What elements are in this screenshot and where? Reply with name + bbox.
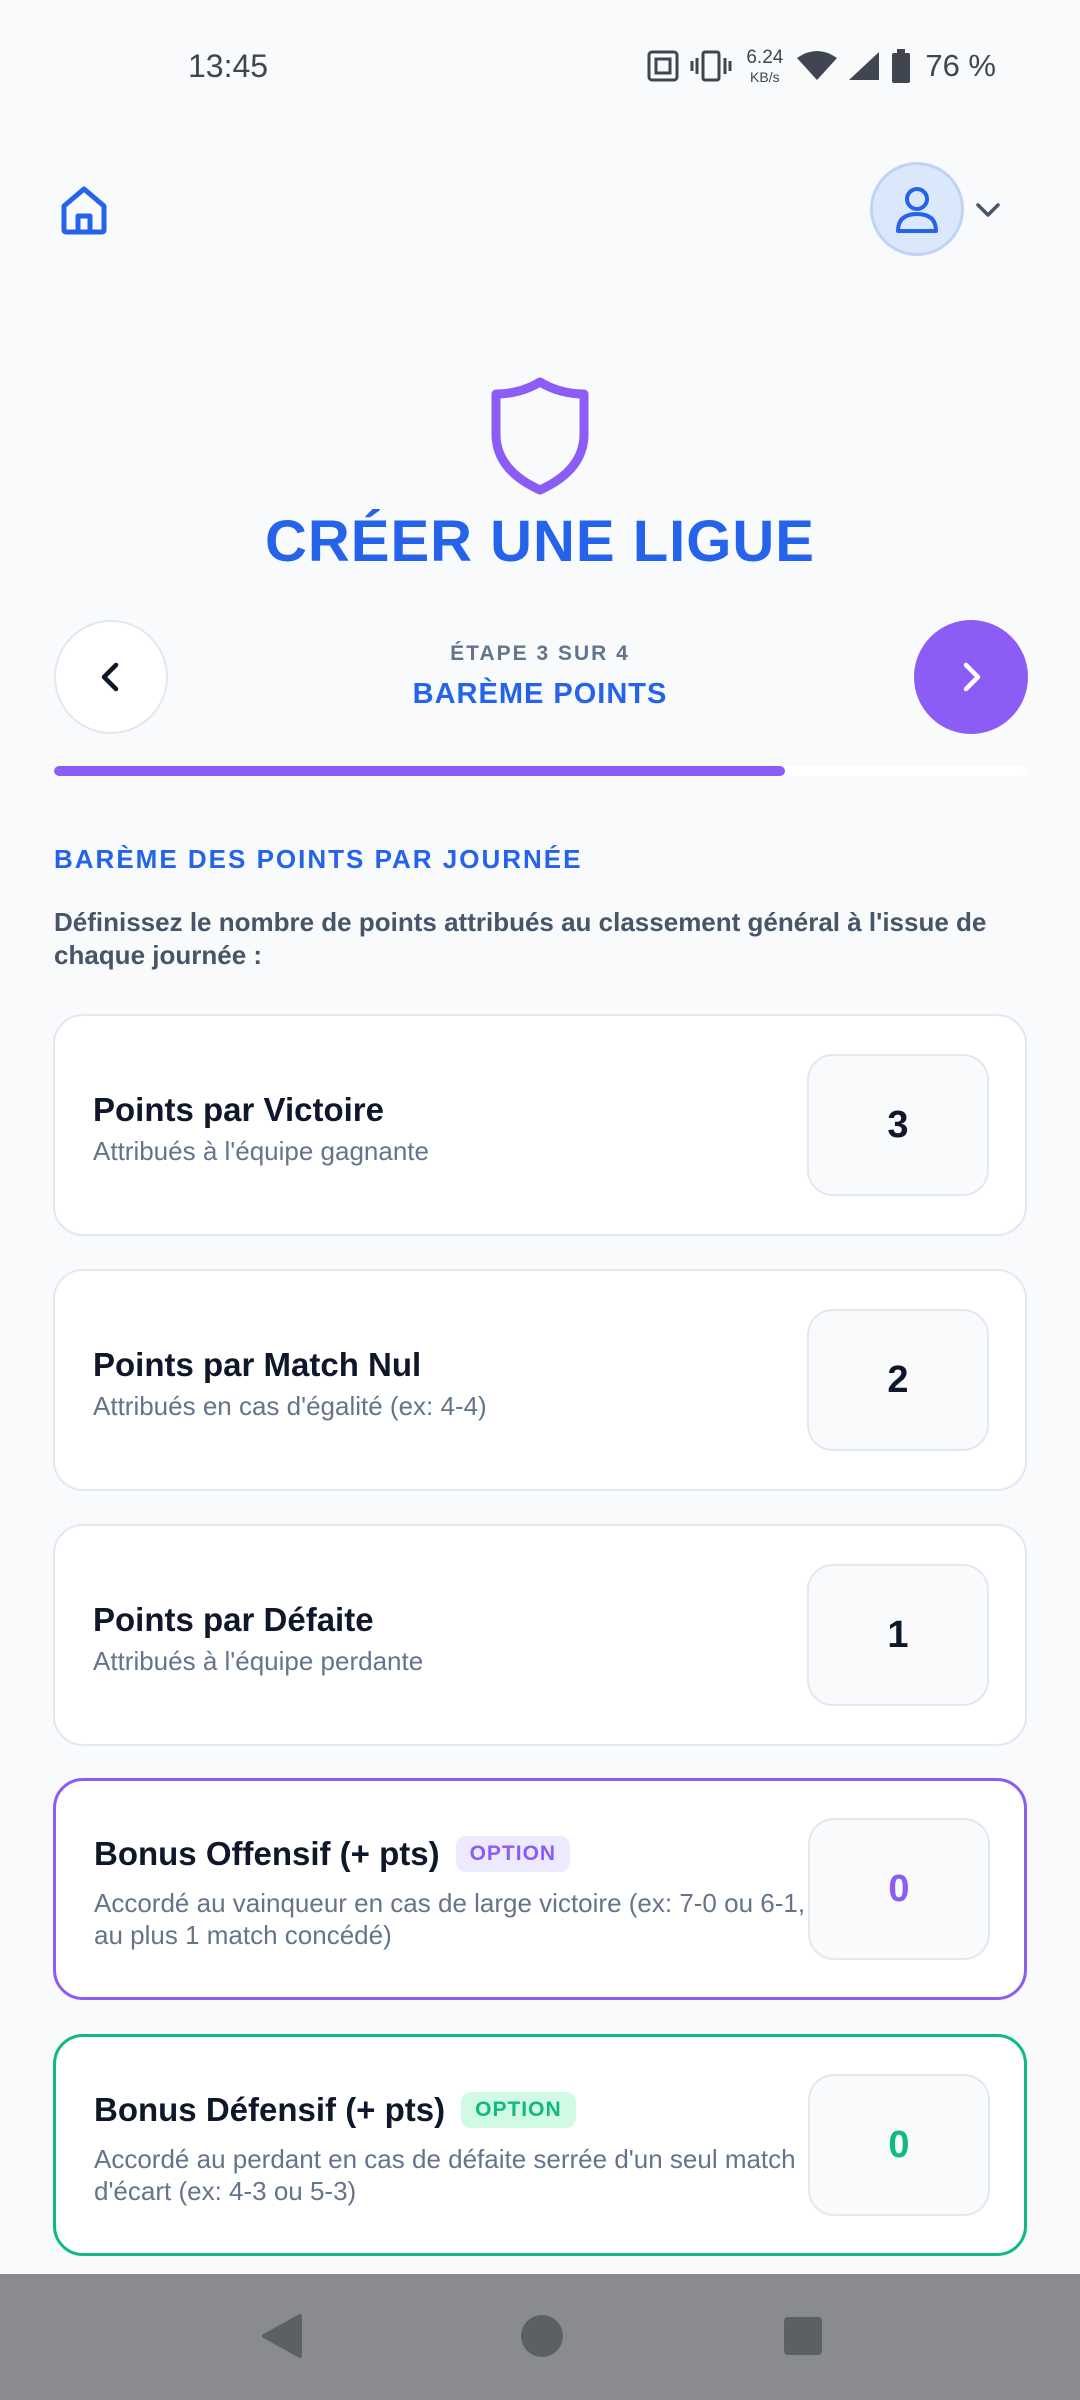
- user-icon: [896, 187, 938, 233]
- home-icon: [61, 186, 107, 235]
- battery-percent: 76 %: [925, 48, 996, 83]
- triangle-back-icon: [262, 2314, 302, 2358]
- defensive-bonus-input[interactable]: 0: [808, 2074, 990, 2216]
- status-time: 13:45: [188, 48, 269, 84]
- points-defeat-card: Points par Défaite Attribués à l'équipe …: [53, 1524, 1027, 1746]
- wifi-icon: [797, 51, 838, 80]
- card-title-text: Bonus Offensif (+ pts): [94, 1835, 440, 1872]
- option-badge: OPTION: [461, 2092, 576, 2128]
- card-title: Points par Victoire: [93, 1091, 384, 1128]
- signal-icon: [849, 52, 880, 80]
- status-bar: 13:45 6.24 KB/s 76 %: [0, 0, 1080, 130]
- section-description: Définissez le nombre de points attribués…: [54, 907, 987, 970]
- card-title-text: Bonus Défensif (+ pts): [94, 2091, 446, 2128]
- back-button[interactable]: [54, 620, 168, 734]
- progress-fill: [54, 766, 785, 776]
- nav-back-button[interactable]: [250, 2304, 314, 2368]
- network-speed: 6.24 KB/s: [746, 47, 784, 85]
- circle-home-icon: [521, 2315, 563, 2357]
- shield-icon: [491, 377, 589, 495]
- points-victory-card: Points par Victoire Attribués à l'équipe…: [53, 1014, 1027, 1236]
- points-defeat-input[interactable]: 1: [807, 1564, 989, 1706]
- system-nav-bar: [0, 2274, 1080, 2400]
- card-title: Points par Match Nul: [93, 1346, 422, 1383]
- card-subtitle: Attribués à l'équipe gagnante: [93, 1136, 429, 1166]
- chevron-right-icon: [963, 662, 981, 692]
- section-title: BARÈME DES POINTS PAR JOURNÉE: [54, 844, 583, 874]
- points-victory-input[interactable]: 3: [807, 1054, 989, 1196]
- nfc-icon: [647, 50, 679, 82]
- card-title: Bonus Offensif (+ pts) OPTION: [94, 1835, 571, 1873]
- points-draw-input[interactable]: 2: [807, 1309, 989, 1451]
- nav-home-button[interactable]: [510, 2304, 574, 2368]
- next-button[interactable]: [914, 620, 1028, 734]
- card-title: Points par Défaite: [93, 1601, 374, 1638]
- chevron-down-icon[interactable]: [972, 194, 1004, 226]
- card-subtitle: Attribués à l'équipe perdante: [93, 1646, 424, 1676]
- defensive-bonus-card: Bonus Défensif (+ pts) OPTION Accordé au…: [53, 2034, 1027, 2256]
- card-subtitle: Accordé au vainqueur en cas de large vic…: [94, 1888, 806, 1950]
- avatar[interactable]: [870, 162, 964, 256]
- offensive-bonus-card: Bonus Offensif (+ pts) OPTION Accordé au…: [53, 1778, 1027, 2000]
- nav-recents-button[interactable]: [771, 2304, 835, 2368]
- page-title: CRÉER UNE LIGUE: [265, 509, 815, 574]
- battery-icon: [892, 49, 911, 83]
- square-recents-icon: [784, 2317, 822, 2355]
- vibrate-icon: [690, 50, 732, 82]
- card-subtitle: Attribués en cas d'égalité (ex: 4-4): [93, 1391, 487, 1421]
- points-draw-card: Points par Match Nul Attribués en cas d'…: [53, 1269, 1027, 1491]
- card-subtitle: Accordé au perdant en cas de défaite ser…: [94, 2144, 796, 2206]
- home-button[interactable]: [52, 178, 116, 242]
- option-badge: OPTION: [455, 1836, 571, 1872]
- status-icons: 6.24 KB/s 76 %: [646, 44, 996, 88]
- progress-bar: [54, 766, 1028, 776]
- card-title: Bonus Défensif (+ pts) OPTION: [94, 2091, 576, 2129]
- offensive-bonus-input[interactable]: 0: [808, 1818, 990, 1960]
